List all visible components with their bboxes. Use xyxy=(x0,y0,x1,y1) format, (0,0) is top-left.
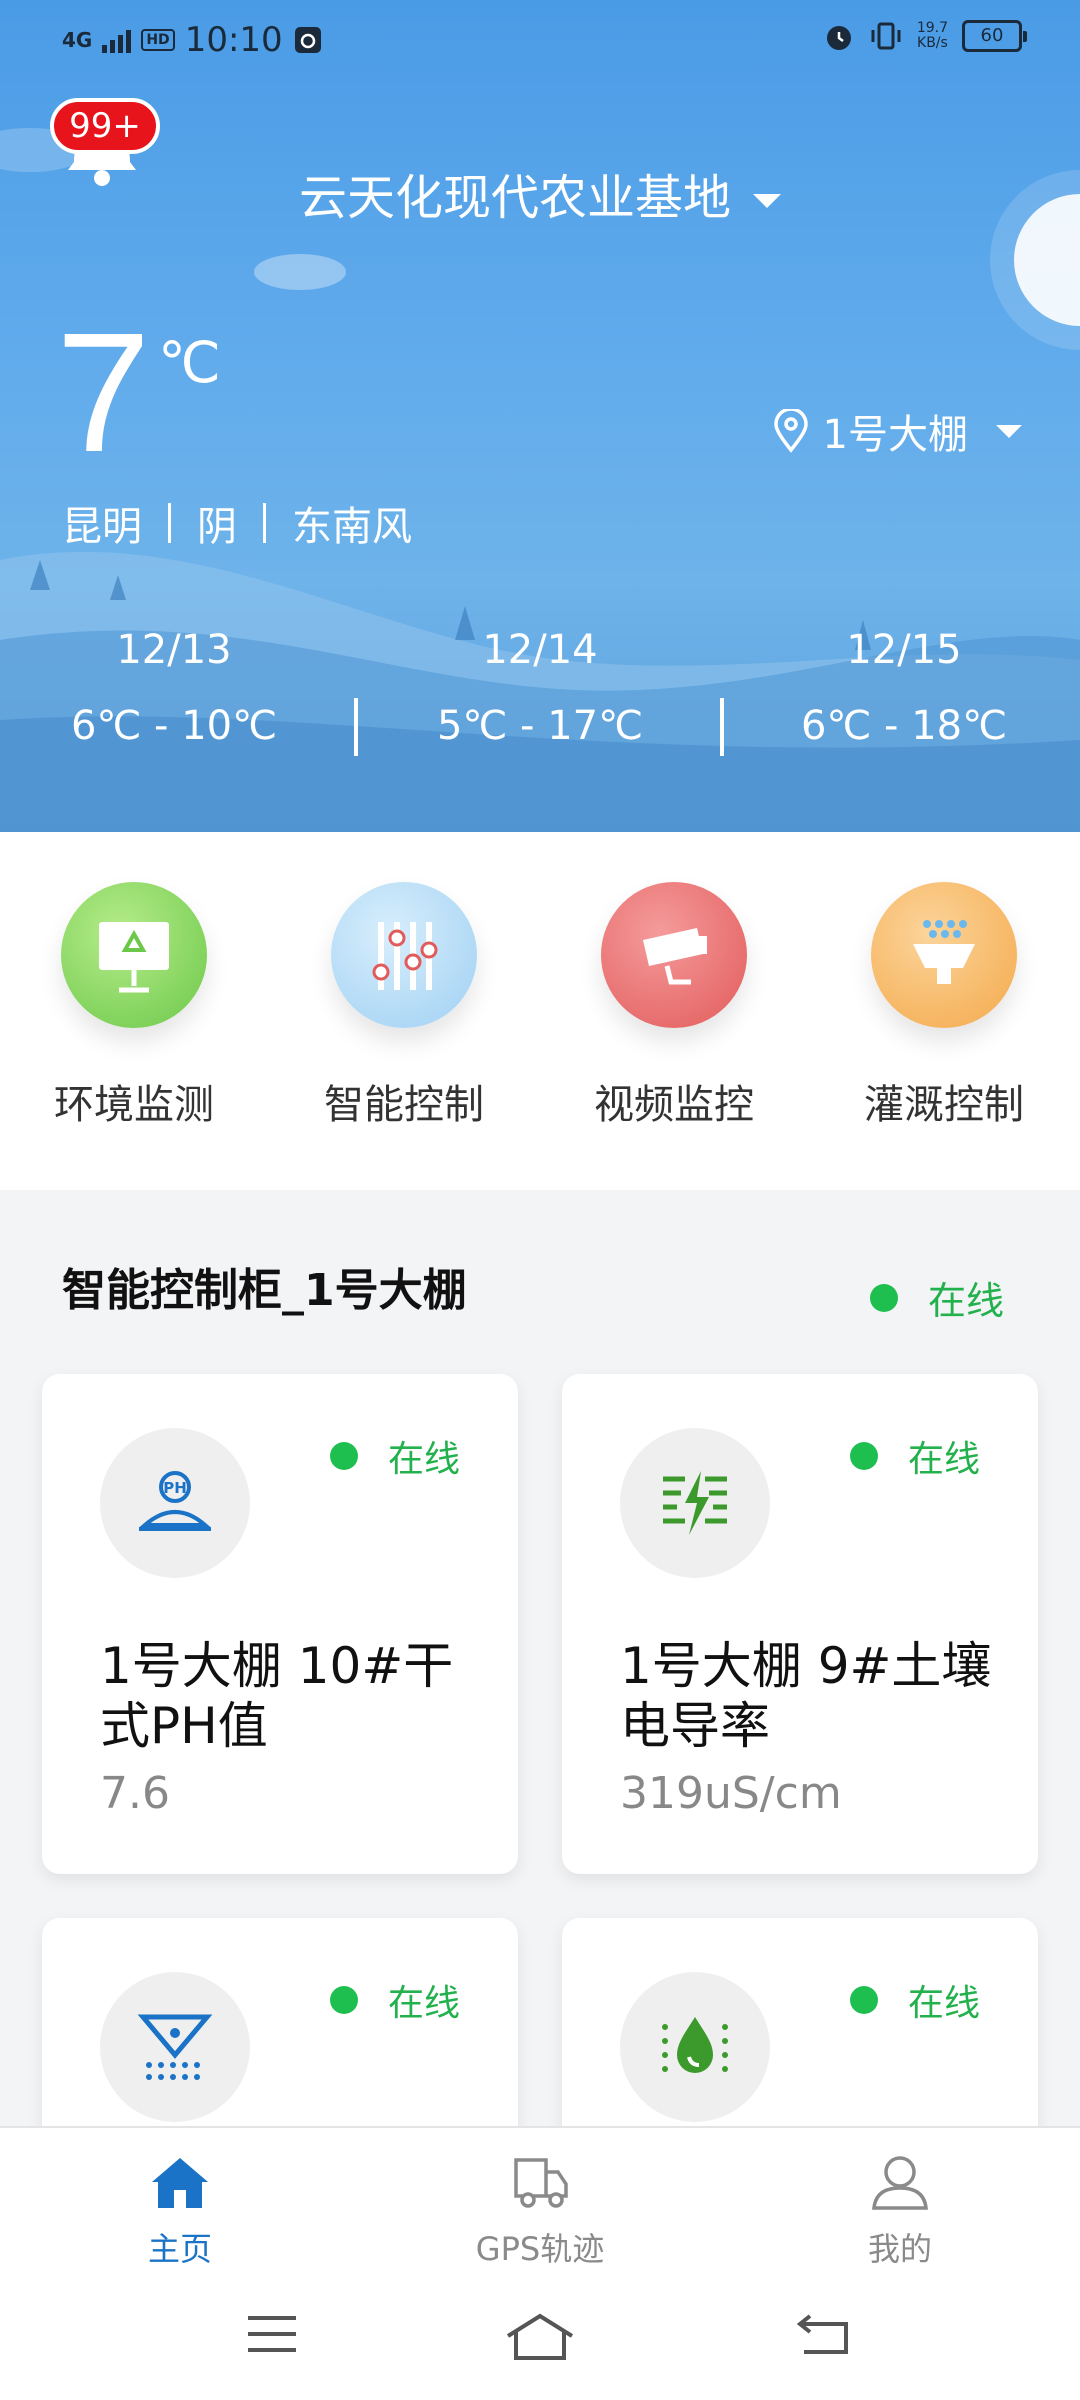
conductivity-icon xyxy=(620,1428,770,1578)
status-text: 在线 xyxy=(907,1439,980,1480)
home-icon xyxy=(152,2158,208,2208)
forecast-day: 12/14 5℃ - 17℃ xyxy=(390,620,690,756)
forecast-divider xyxy=(720,698,724,756)
quick-nav-environment[interactable]: 环境监测 xyxy=(24,882,244,1130)
status-text: 在线 xyxy=(387,1983,460,2024)
forecast-date: 12/14 xyxy=(482,627,598,673)
status-text: 在线 xyxy=(907,1983,980,2024)
clock: 10:10 xyxy=(184,20,283,60)
network-speed: 19.7 KB/s xyxy=(917,21,948,51)
online-dot-icon xyxy=(849,1442,878,1470)
wind-direction: 东南风 xyxy=(292,504,412,550)
battery-icon: 60 xyxy=(962,20,1027,52)
video-camera-icon xyxy=(601,882,747,1028)
cloud-sync-icon xyxy=(294,27,321,53)
greenhouse-name: 1号大棚 xyxy=(822,412,968,458)
quick-nav: 环境监测 智能控制 视频监控 灌溉控制 xyxy=(0,832,1080,1190)
forecast-range: 6℃ - 18℃ xyxy=(800,703,1008,749)
back-icon[interactable] xyxy=(796,2312,852,2356)
tab-label: 我的 xyxy=(867,2230,932,2268)
cabinet-status: 在线 xyxy=(869,1270,1004,1325)
smart-control-sliders-icon xyxy=(331,882,477,1028)
hd-indicator: HD xyxy=(141,29,175,51)
device-name: 1号大棚 9#土壤电导率 xyxy=(620,1637,992,1755)
truck-icon xyxy=(514,2158,568,2208)
forecast-day: 12/15 6℃ - 18℃ xyxy=(754,620,1054,756)
speed-unit: KB/s xyxy=(917,35,948,51)
weather-condition: 阴 xyxy=(197,504,237,550)
online-dot-icon xyxy=(869,1283,898,1312)
quick-nav-label: 环境监测 xyxy=(54,1082,214,1128)
menu-icon[interactable] xyxy=(244,2312,300,2356)
status-text: 在线 xyxy=(927,1279,1004,1323)
alarm-icon xyxy=(826,26,851,50)
device-status: 在线 xyxy=(329,1974,460,2026)
environment-monitor-icon xyxy=(61,882,207,1028)
tab-label: GPS轨迹 xyxy=(475,2230,605,2268)
cabinet-title: 智能控制柜_1号大棚 xyxy=(62,1265,467,1316)
speed-value: 19.7 xyxy=(916,20,948,36)
quick-nav-label: 智能控制 xyxy=(324,1082,484,1128)
device-card-conductivity[interactable]: 在线 1号大棚 9#土壤电导率 319uS/cm xyxy=(562,1374,1038,1874)
status-text: 在线 xyxy=(387,1439,460,1480)
user-icon xyxy=(872,2156,928,2210)
forecast-date: 12/15 xyxy=(846,627,962,673)
base-selector[interactable]: 云天化现代农业基地 xyxy=(0,158,1080,228)
quick-nav-irrigation[interactable]: 灌溉控制 xyxy=(834,882,1054,1130)
filter-drip-icon xyxy=(100,1972,250,2122)
network-type: 4G xyxy=(62,28,93,52)
forecast-range: 6℃ - 10℃ xyxy=(70,703,278,749)
vibrate-icon xyxy=(871,22,901,50)
device-name: 1号大棚 10#干式PH值 xyxy=(100,1637,454,1755)
online-dot-icon xyxy=(329,1442,358,1470)
temperature-unit: ℃ xyxy=(158,331,221,394)
base-name: 云天化现代农业基地 xyxy=(298,170,731,226)
device-status: 在线 xyxy=(849,1430,980,1482)
tab-label: 主页 xyxy=(147,2230,212,2268)
forecast-day: 12/13 6℃ - 10℃ xyxy=(24,620,324,756)
forecast-divider xyxy=(354,698,358,756)
ph-soil-icon: PH xyxy=(100,1428,250,1578)
device-value: 7.6 xyxy=(100,1768,170,1819)
water-drop-icon xyxy=(620,1972,770,2122)
quick-nav-video[interactable]: 视频监控 xyxy=(564,882,784,1130)
irrigation-sprinkler-icon xyxy=(871,882,1017,1028)
signal-icon xyxy=(102,27,132,53)
city: 昆明 xyxy=(62,504,142,550)
device-status: 在线 xyxy=(849,1974,980,2026)
location-pin-icon xyxy=(773,409,808,453)
device-value: 319uS/cm xyxy=(620,1768,842,1819)
notification-badge[interactable]: 99+ xyxy=(50,98,160,154)
chevron-down-icon xyxy=(753,194,781,208)
quick-nav-label: 灌溉控制 xyxy=(864,1082,1024,1128)
divider xyxy=(263,503,266,543)
tab-me[interactable]: 我的 xyxy=(780,2152,1020,2270)
tab-home[interactable]: 主页 xyxy=(60,2152,300,2270)
forecast-range: 5℃ - 17℃ xyxy=(436,703,644,749)
home-nav-icon[interactable] xyxy=(504,2312,576,2362)
weather-summary: 昆明 阴 东南风 xyxy=(62,494,412,552)
status-bar: 4G HD 10:10 19.7 KB/s 60 xyxy=(0,0,1080,80)
forecast-date: 12/13 xyxy=(116,627,232,673)
svg-text:PH: PH xyxy=(163,1479,187,1497)
device-status: 在线 xyxy=(329,1430,460,1482)
divider xyxy=(168,503,171,543)
online-dot-icon xyxy=(849,1986,878,2014)
tab-gps[interactable]: GPS轨迹 xyxy=(420,2152,660,2270)
quick-nav-smart-control[interactable]: 智能控制 xyxy=(294,882,514,1130)
device-card-ph[interactable]: PH 在线 1号大棚 10#干式PH值 7.6 xyxy=(42,1374,518,1874)
current-temperature: 7 xyxy=(56,298,151,488)
greenhouse-selector[interactable]: 1号大棚 xyxy=(773,402,1022,460)
quick-nav-label: 视频监控 xyxy=(594,1082,754,1128)
online-dot-icon xyxy=(329,1986,358,2014)
chevron-down-icon xyxy=(996,424,1022,438)
